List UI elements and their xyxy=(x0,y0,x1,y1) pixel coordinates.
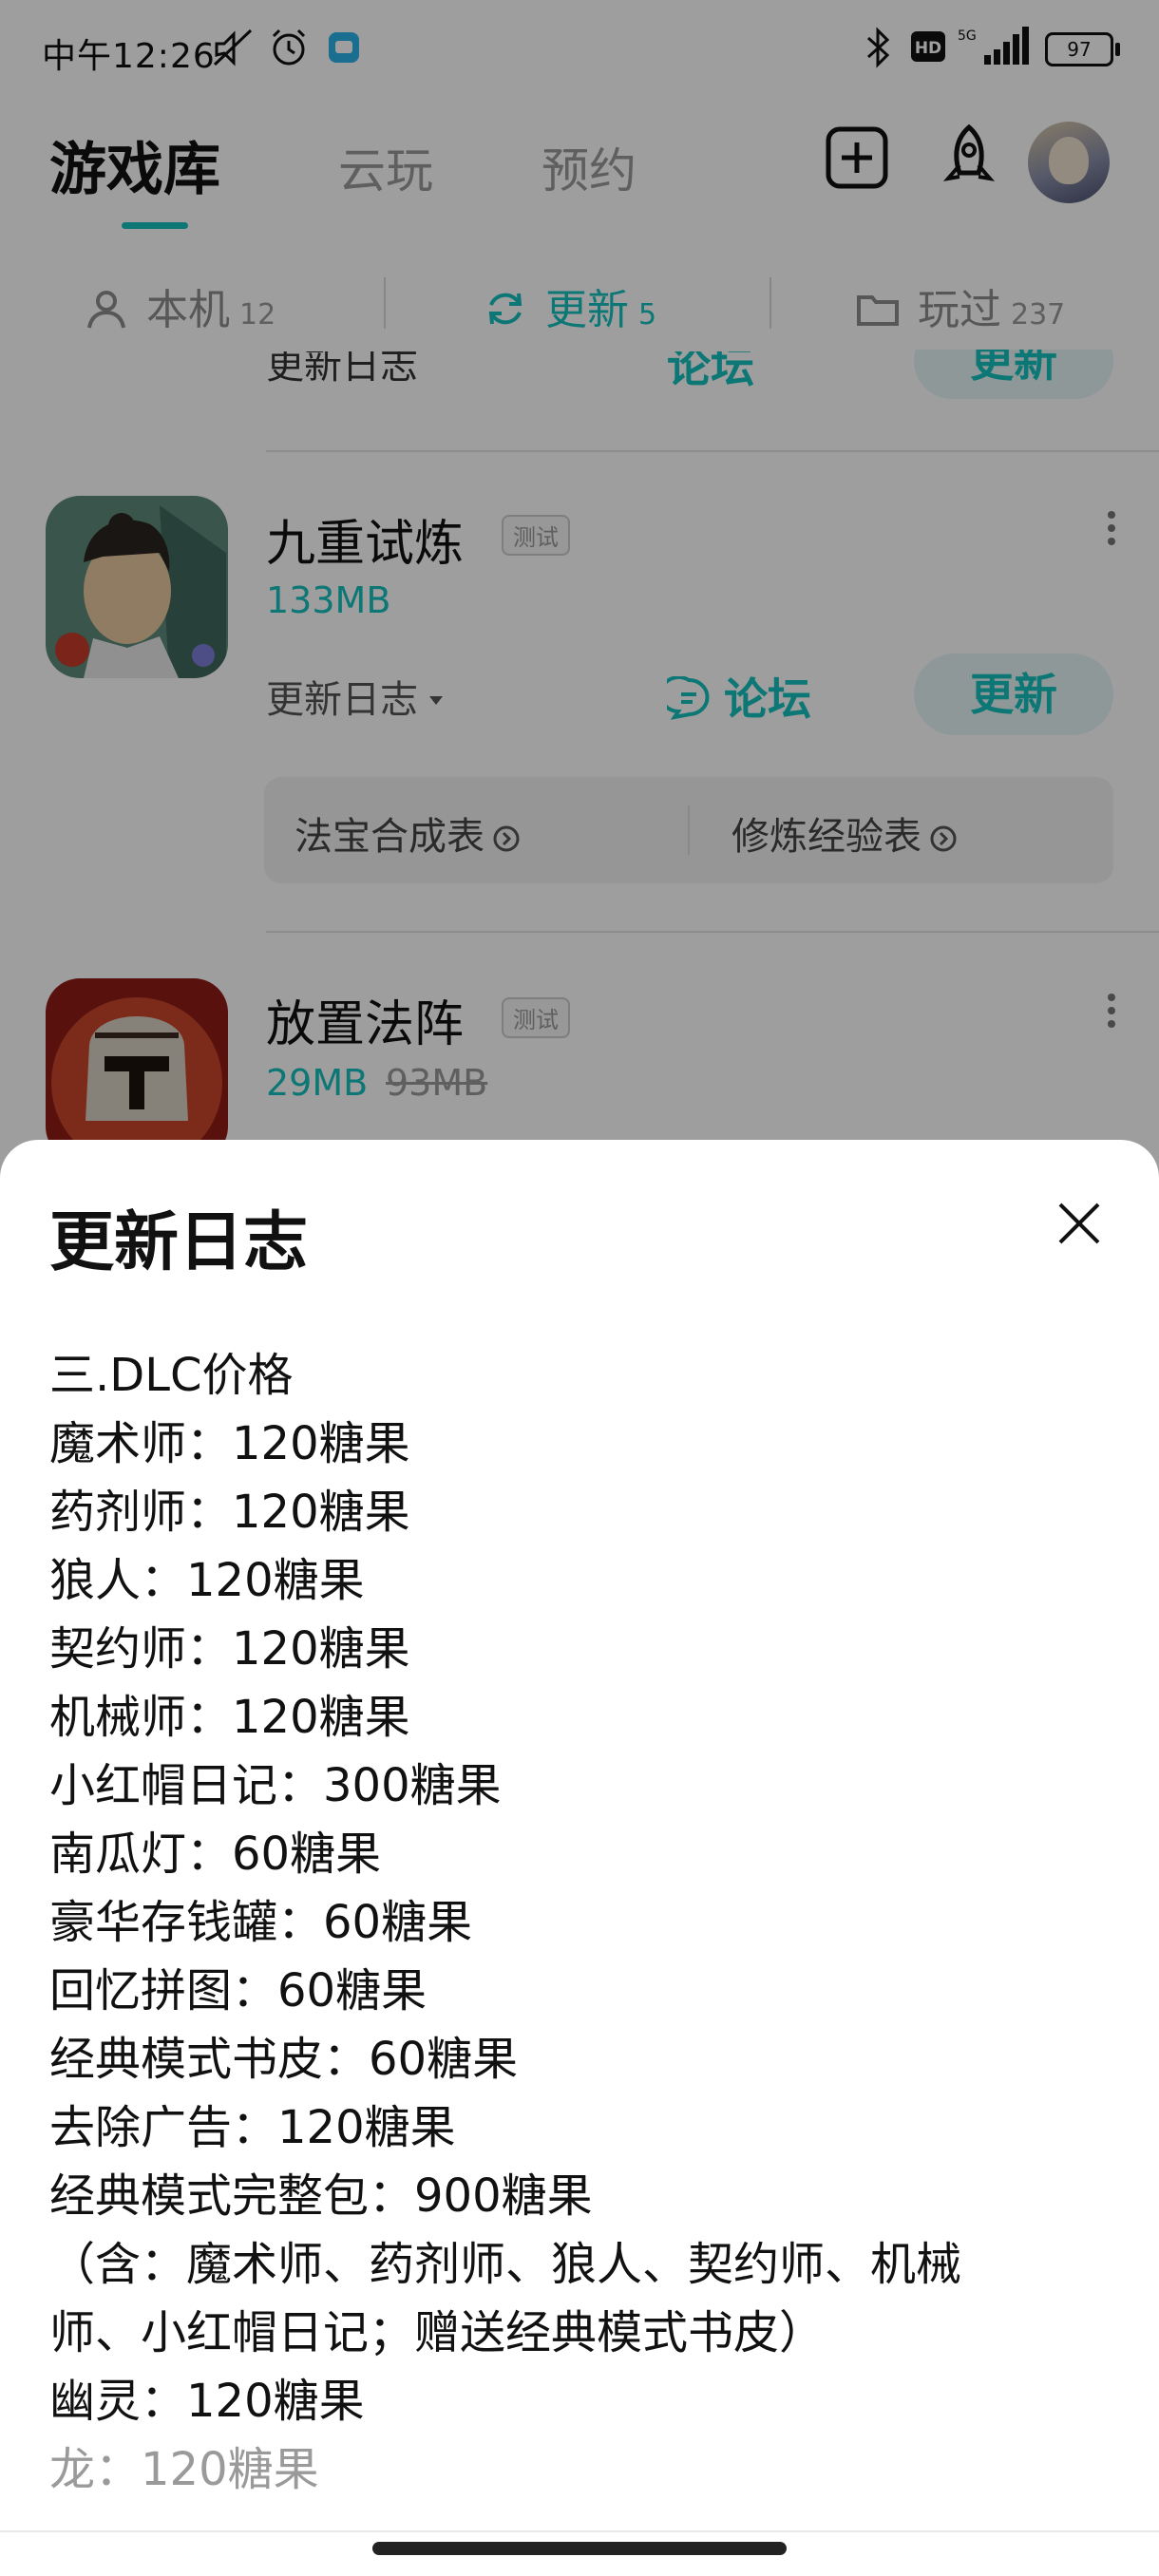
sheet-title: 更新日志 xyxy=(49,1205,309,1280)
changelog-line: 师、小红帽日记；赠送经典模式书皮） xyxy=(49,2306,826,2359)
changelog-line: 三.DLC价格 xyxy=(49,1349,294,1402)
changelog-line: 契约师：120糖果 xyxy=(49,1622,410,1676)
changelog-sheet: 更新日志 三.DLC价格 魔术师：120糖果 药剂师：120糖果 狼人：120糖… xyxy=(0,1140,1159,2576)
sheet-bottom-divider xyxy=(0,2530,1159,2532)
changelog-line: 药剂师：120糖果 xyxy=(49,1486,410,1539)
changelog-line: 狼人：120糖果 xyxy=(49,1554,365,1607)
close-icon[interactable] xyxy=(1045,1189,1113,1258)
home-indicator[interactable] xyxy=(372,2542,787,2555)
changelog-line: 幽灵：120糖果 xyxy=(49,2375,365,2428)
changelog-line: 龙：120糖果 xyxy=(49,2443,319,2496)
changelog-line: （含：魔术师、药剂师、狼人、契约师、机械 xyxy=(49,2238,962,2291)
changelog-line: 南瓜灯：60糖果 xyxy=(49,1828,382,1881)
changelog-line: 回忆拼图：60糖果 xyxy=(49,1964,428,2017)
changelog-line: 经典模式书皮：60糖果 xyxy=(49,2033,519,2086)
changelog-content: 三.DLC价格 魔术师：120糖果 药剂师：120糖果 狼人：120糖果 契约师… xyxy=(49,1341,1113,2504)
changelog-line: 小红帽日记：300糖果 xyxy=(49,1759,502,1812)
changelog-line: 魔术师：120糖果 xyxy=(49,1417,410,1470)
changelog-line: 机械师：120糖果 xyxy=(49,1691,410,1744)
changelog-line: 经典模式完整包：900糖果 xyxy=(49,2169,593,2223)
changelog-line: 豪华存钱罐：60糖果 xyxy=(49,1896,473,1949)
changelog-line: 去除广告：120糖果 xyxy=(49,2101,456,2154)
